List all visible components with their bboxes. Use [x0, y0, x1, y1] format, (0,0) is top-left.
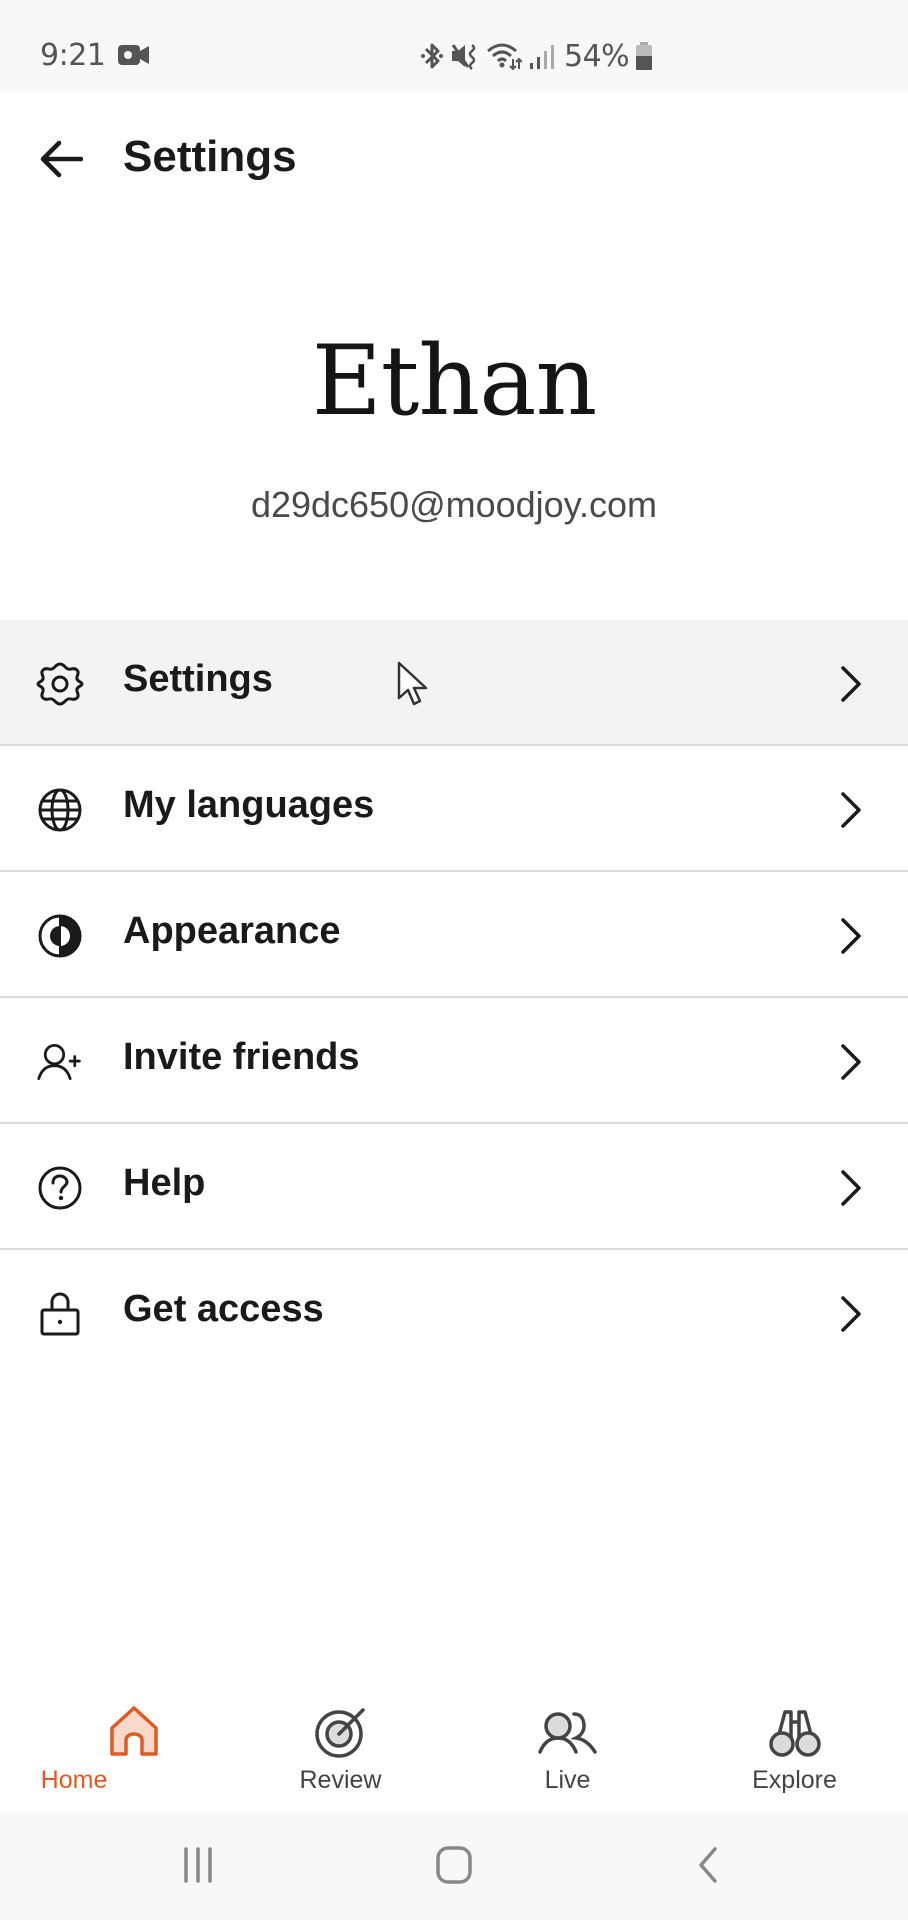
menu-item-invite-friends[interactable]: Invite friends	[0, 998, 908, 1124]
mute-vibrate-icon	[451, 44, 476, 70]
globe-icon	[36, 786, 84, 834]
bluetooth-icon	[421, 43, 443, 69]
profile-email: d29dc650@moodjoy.com	[250, 484, 658, 525]
status-bar: 9:21 54%	[0, 0, 908, 92]
nav-item-explore[interactable]: Explore	[681, 1680, 908, 1812]
help-circle-icon	[36, 1164, 84, 1212]
battery-icon	[636, 42, 653, 70]
chevron-right-icon	[836, 662, 866, 706]
binoculars-icon	[768, 1710, 821, 1757]
system-back-button[interactable]	[678, 1840, 738, 1890]
nav-item-live[interactable]: Live	[454, 1680, 681, 1812]
arrow-left-icon	[40, 140, 83, 178]
home-icon	[110, 1706, 158, 1756]
chevron-right-icon	[836, 1166, 866, 1210]
chevron-right-icon	[836, 1040, 866, 1084]
menu-item-settings[interactable]: Settings	[0, 620, 908, 746]
nav-label: Home	[40, 1766, 108, 1794]
settings-menu: Settings My languages Appearance Invite …	[0, 620, 908, 1376]
user-plus-icon	[36, 1038, 84, 1086]
page-title: Settings	[123, 132, 297, 181]
nav-label: Review	[299, 1766, 382, 1794]
nav-item-home[interactable]: Home	[0, 1680, 227, 1812]
app-header: Settings	[0, 92, 908, 226]
signal-icon	[530, 45, 554, 69]
home-button[interactable]	[424, 1840, 484, 1890]
wifi-icon	[487, 43, 522, 71]
menu-item-label: My languages	[123, 784, 375, 826]
target-icon	[314, 1708, 365, 1758]
recent-apps-button[interactable]	[168, 1840, 228, 1890]
menu-item-my-languages[interactable]: My languages	[0, 746, 908, 872]
menu-item-label: Settings	[123, 658, 273, 700]
contrast-icon	[36, 912, 84, 960]
back-button[interactable]	[34, 134, 88, 184]
battery-percent: 54%	[564, 38, 630, 74]
lock-icon	[36, 1290, 84, 1338]
status-icons: 54%	[420, 38, 653, 74]
users-icon	[537, 1712, 597, 1754]
menu-item-appearance[interactable]: Appearance	[0, 872, 908, 998]
menu-item-help[interactable]: Help	[0, 1124, 908, 1250]
nav-item-review[interactable]: Review	[227, 1680, 454, 1812]
menu-item-label: Get access	[123, 1288, 324, 1330]
menu-item-label: Appearance	[123, 910, 341, 952]
chevron-right-icon	[836, 914, 866, 958]
status-time: 9:21	[40, 38, 106, 73]
nav-label: Live	[544, 1766, 591, 1794]
profile-name: Ethan	[311, 325, 598, 437]
chevron-right-icon	[836, 1292, 866, 1336]
menu-item-label: Invite friends	[123, 1036, 360, 1078]
system-nav-bar	[0, 1812, 908, 1920]
menu-item-get-access[interactable]: Get access	[0, 1250, 908, 1376]
back-icon	[699, 1847, 717, 1883]
menu-item-label: Help	[123, 1162, 206, 1204]
recent-apps-icon	[184, 1847, 212, 1883]
chevron-right-icon	[836, 788, 866, 832]
bottom-nav: Home Review Live Explore	[0, 1680, 908, 1812]
nav-label: Explore	[752, 1766, 837, 1794]
video-camera-icon	[118, 45, 149, 65]
home-button-icon	[436, 1846, 472, 1884]
gear-icon	[36, 660, 84, 708]
